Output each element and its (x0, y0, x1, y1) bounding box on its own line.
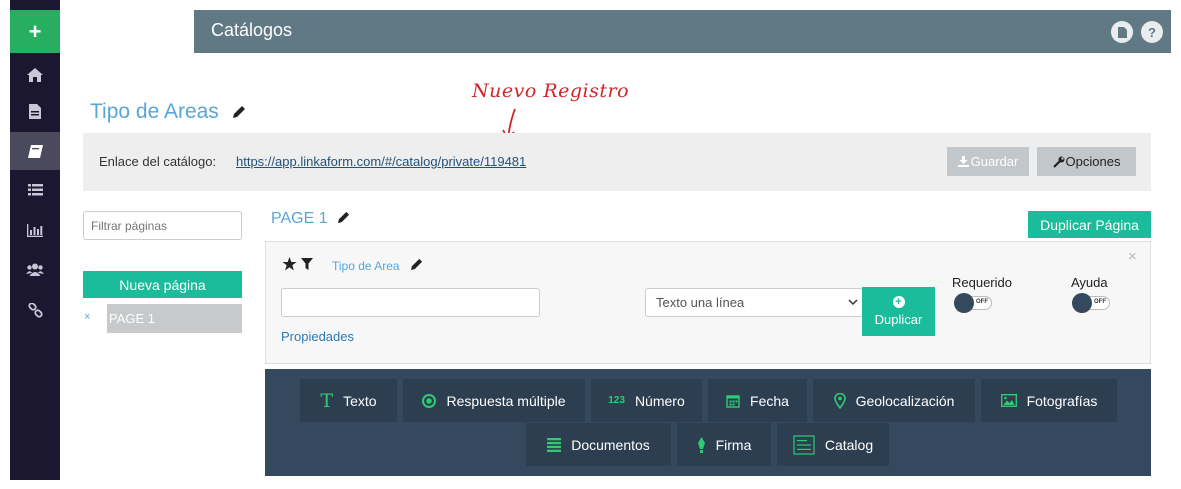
page-list-item[interactable]: PAGE 1 (107, 304, 242, 333)
sidebar-item-reports[interactable] (10, 212, 60, 248)
palette-label: Documentos (571, 436, 650, 453)
sidebar-item-documents[interactable] (10, 93, 60, 129)
catalog-link[interactable]: https://app.linkaform.com/#/catalog/priv… (236, 154, 526, 169)
catalog-icon (793, 434, 815, 455)
palette-label: Firma (715, 436, 752, 453)
remove-page-icon[interactable]: × (84, 311, 90, 323)
toggle-knob (954, 293, 974, 313)
palette-label: Número (634, 392, 685, 409)
add-button[interactable]: + (10, 10, 60, 53)
duplicate-field-label: Duplicar (874, 312, 923, 327)
field-name-row: Tipo de Area (332, 258, 423, 273)
text-icon: T (320, 389, 334, 412)
file-icon[interactable] (1111, 21, 1133, 43)
wrench-icon (1052, 156, 1065, 168)
palette-label: Texto (343, 392, 377, 409)
duplicate-field-button[interactable]: + Duplicar (862, 287, 935, 336)
image-icon (1000, 394, 1017, 407)
home-icon (27, 68, 43, 82)
catalog-title-row: Tipo de Areas (90, 100, 246, 124)
documents-icon (547, 437, 562, 452)
toggle-state: OFF (1094, 299, 1106, 305)
pencil-icon[interactable] (410, 258, 423, 270)
properties-link[interactable]: Propiedades (281, 329, 354, 344)
help-label: Ayuda (1071, 275, 1108, 290)
number-icon: 123 (608, 395, 625, 406)
palette-label: Geolocalización (855, 392, 955, 409)
app-title: Catálogos (211, 20, 293, 40)
page-title-row: PAGE 1 (271, 210, 350, 228)
list-icon (27, 184, 43, 196)
palette-catalog-button[interactable]: Catalog (777, 423, 889, 466)
book-icon (27, 144, 43, 158)
sidebar-item-list[interactable] (10, 172, 60, 208)
chart-icon (27, 223, 43, 237)
palette-label: Catalog (824, 436, 874, 453)
toggle-state: OFF (976, 299, 988, 305)
save-label: Guardar (970, 154, 1019, 169)
palette-photos-button[interactable]: Fotografías (981, 379, 1117, 422)
field-label-input[interactable] (281, 288, 540, 317)
map-pin-icon (833, 392, 846, 409)
palette-signature-button[interactable]: Firma (677, 423, 771, 466)
filter-pages-input[interactable] (83, 211, 242, 240)
sidebar-item-connections[interactable] (10, 292, 60, 328)
options-label: Opciones (1065, 154, 1121, 169)
palette-label: Fecha (750, 392, 789, 409)
catalog-link-label: Enlace del catálogo: (99, 154, 217, 169)
palette-geolocation-button[interactable]: Geolocalización (813, 379, 975, 422)
chevron-down-icon (848, 299, 858, 306)
toggle-knob (1072, 293, 1092, 313)
star-icon[interactable] (282, 257, 297, 271)
filter-icon[interactable] (301, 258, 313, 271)
duplicate-page-button[interactable]: Duplicar Página (1028, 211, 1151, 238)
sidebar-item-catalogs[interactable] (10, 132, 60, 170)
users-icon (26, 263, 44, 276)
help-toggle[interactable]: OFF (1072, 293, 1110, 313)
palette-text-button[interactable]: T Texto (300, 379, 397, 422)
radio-icon (422, 393, 437, 408)
save-button[interactable]: Guardar (947, 147, 1029, 176)
download-icon (957, 156, 969, 167)
top-bar: Catálogos ? (194, 10, 1171, 53)
sidebar-item-home[interactable] (10, 57, 60, 93)
calendar-icon (726, 394, 740, 408)
help-icon[interactable]: ? (1141, 21, 1163, 43)
document-icon (29, 103, 41, 119)
required-label: Requerido (952, 275, 1012, 290)
palette-label: Respuesta múltiple (446, 392, 566, 409)
pen-icon (697, 436, 705, 453)
palette-label: Fotografías (1026, 392, 1098, 409)
new-page-button[interactable]: Nueva página (83, 271, 242, 298)
palette-documents-button[interactable]: Documentos (526, 423, 671, 466)
catalog-link-bar: Enlace del catálogo: https://app.linkafo… (83, 133, 1151, 191)
plus-circle-icon: + (892, 296, 905, 308)
close-icon[interactable]: × (1128, 248, 1137, 265)
required-toggle[interactable]: OFF (954, 293, 992, 313)
options-button[interactable]: Opciones (1037, 147, 1136, 176)
annotation-label: Nuevo Registro (472, 80, 630, 102)
pencil-icon[interactable] (338, 211, 350, 223)
palette-number-button[interactable]: 123 Número (591, 379, 702, 422)
sidebar-item-users[interactable] (10, 251, 60, 287)
field-name: Tipo de Area (332, 259, 400, 273)
palette-multiple-choice-button[interactable]: Respuesta múltiple (403, 379, 585, 422)
pencil-icon[interactable] (232, 105, 246, 118)
field-type-select[interactable]: Texto una línea (645, 288, 863, 317)
palette-date-button[interactable]: Fecha (708, 379, 807, 422)
page-title: PAGE 1 (271, 210, 328, 227)
link-icon (27, 302, 43, 318)
catalog-title: Tipo de Areas (90, 100, 219, 123)
field-type-value: Texto una línea (656, 295, 745, 310)
